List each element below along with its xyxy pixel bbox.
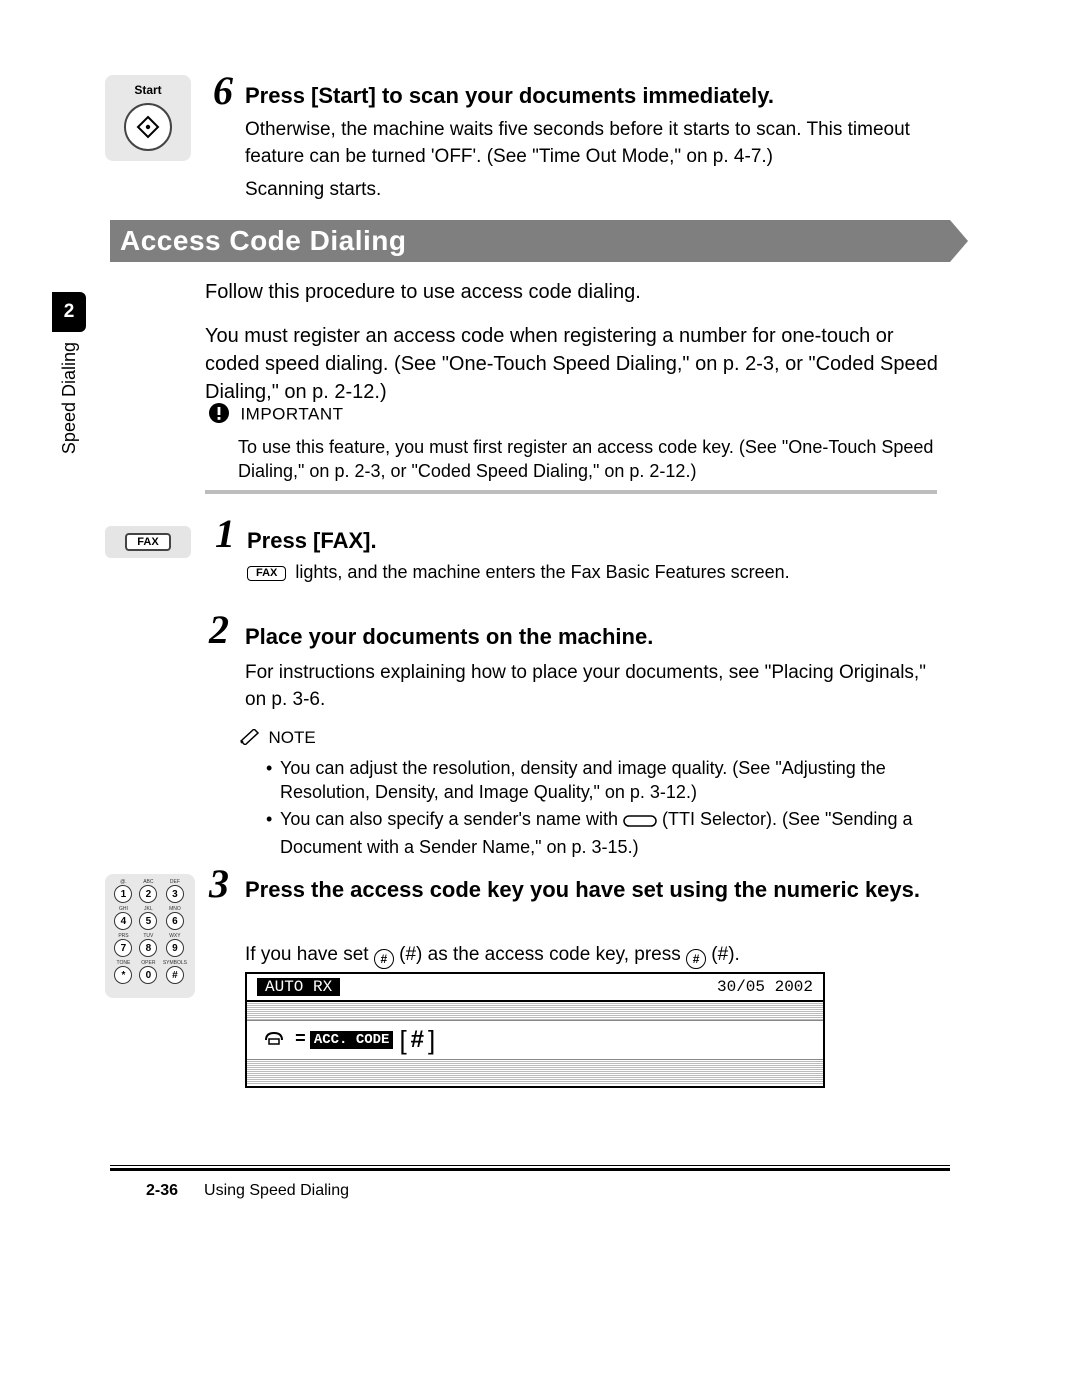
numpad-key-cell: PRS7 bbox=[113, 934, 134, 957]
step-3-body: If you have set # (#) as the access code… bbox=[245, 944, 740, 969]
circled-hash-icon: # bbox=[686, 949, 706, 969]
step-2-heading: Place your documents on the machine. bbox=[245, 624, 653, 650]
numpad-key-cell: JKL5 bbox=[138, 907, 159, 930]
lcd-hash: # bbox=[411, 1026, 424, 1054]
important-body: To use this feature, you must first regi… bbox=[238, 435, 948, 484]
footer: 2-36 Using Speed Dialing bbox=[146, 1182, 349, 1200]
lcd-mode: AUTO RX bbox=[257, 978, 340, 996]
note-callout: NOTE You can adjust the resolution, dens… bbox=[240, 728, 970, 861]
step-3-body-pre: If you have set bbox=[245, 944, 374, 965]
numpad-key-cell: MNO6 bbox=[163, 907, 187, 930]
start-key-label: Start bbox=[134, 83, 161, 97]
numpad-key-cell: ABC2 bbox=[138, 880, 159, 903]
step-3-body-mid: (#) as the access code key, press bbox=[394, 944, 686, 965]
lcd-top-row: AUTO RX 30/05 2002 bbox=[247, 974, 823, 1002]
step-6-number: 6 bbox=[213, 67, 233, 114]
tti-selector-icon bbox=[623, 811, 657, 835]
step-3-heading: Press the access code key you have set u… bbox=[245, 876, 945, 905]
step-1-heading: Press [FAX]. bbox=[247, 528, 377, 554]
lcd-shade-top bbox=[247, 1002, 823, 1020]
lcd-shade-bottom bbox=[247, 1060, 823, 1084]
start-diamond-icon bbox=[136, 115, 160, 139]
numpad-key-cell: TONE* bbox=[113, 961, 134, 984]
step-3-number: 3 bbox=[209, 860, 229, 907]
note-item-2: You can also specify a sender's name wit… bbox=[266, 807, 970, 860]
important-label: IMPORTANT bbox=[240, 405, 343, 424]
footer-title: Using Speed Dialing bbox=[204, 1182, 349, 1199]
circled-hash-icon: # bbox=[374, 949, 394, 969]
fax-key-illustration: FAX bbox=[105, 526, 191, 558]
fax-key-label: FAX bbox=[125, 533, 170, 551]
numpad-key-cell: @.1 bbox=[113, 880, 134, 903]
numpad-key-cell: SYMBOLS# bbox=[163, 961, 187, 984]
numpad-key-cell: TUV8 bbox=[138, 934, 159, 957]
numpad-key-cell: WXY9 bbox=[163, 934, 187, 957]
note-label: NOTE bbox=[268, 728, 315, 747]
side-tab: 2 Speed Dialing bbox=[52, 292, 86, 454]
chapter-number-badge: 2 bbox=[52, 292, 86, 332]
lcd-bracket-open: [ bbox=[399, 1025, 406, 1056]
note-list: You can adjust the resolution, density a… bbox=[266, 756, 970, 859]
important-callout: IMPORTANT To use this feature, you must … bbox=[208, 402, 948, 484]
numpad-grid: @.1ABC2DEF3 GHI4JKL5MNO6 PRS7TUV8WXY9 TONE*… bbox=[113, 880, 187, 984]
numpad-illustration: @.1ABC2DEF3 GHI4JKL5MNO6 PRS7TUV8WXY9 TONE*… bbox=[105, 874, 195, 998]
numpad-key-cell: GHI4 bbox=[113, 907, 134, 930]
start-key-circle bbox=[124, 103, 172, 151]
lcd-equals: = bbox=[295, 1030, 306, 1050]
footer-rule bbox=[110, 1168, 950, 1171]
start-key-illustration: Start bbox=[105, 75, 191, 161]
intro-text: Follow this procedure to use access code… bbox=[205, 278, 945, 406]
note-item-2-pre: You can also specify a sender's name wit… bbox=[280, 809, 623, 829]
horizontal-separator bbox=[205, 490, 937, 494]
step-3-body-post: (#). bbox=[706, 944, 740, 965]
page-number: 2-36 bbox=[146, 1182, 178, 1199]
section-title: Access Code Dialing bbox=[120, 225, 406, 257]
step-6-body: Otherwise, the machine waits five second… bbox=[245, 117, 945, 170]
numpad-key-cell: DEF3 bbox=[163, 880, 187, 903]
note-icon bbox=[240, 729, 260, 750]
step-6-heading: Press [Start] to scan your documents imm… bbox=[245, 83, 774, 109]
lcd-middle-row: = ACC. CODE [ # ] bbox=[247, 1020, 823, 1060]
lcd-acc-code-label: ACC. CODE bbox=[310, 1031, 394, 1049]
phone-icon bbox=[263, 1028, 285, 1052]
intro-p2: You must register an access code when re… bbox=[205, 322, 945, 406]
lcd-date: 30/05 2002 bbox=[717, 978, 813, 996]
lcd-panel: AUTO RX 30/05 2002 = ACC. CODE [ # ] bbox=[245, 972, 825, 1088]
step-1-body-after: lights, and the machine enters the Fax B… bbox=[290, 562, 789, 582]
step-2-number: 2 bbox=[209, 606, 229, 653]
step-1-body: FAX lights, and the machine enters the F… bbox=[247, 562, 790, 583]
step-6-body2: Scanning starts. bbox=[245, 179, 381, 201]
section-heading-bar: Access Code Dialing bbox=[110, 220, 950, 262]
lcd-bracket-close: ] bbox=[428, 1025, 435, 1056]
important-icon bbox=[208, 402, 230, 429]
step-1-number: 1 bbox=[215, 510, 235, 557]
intro-p1: Follow this procedure to use access code… bbox=[205, 278, 945, 306]
side-label: Speed Dialing bbox=[59, 342, 80, 454]
inline-fax-pill: FAX bbox=[247, 566, 286, 581]
step-2-body: For instructions explaining how to place… bbox=[245, 660, 945, 713]
numpad-key-cell: OPER0 bbox=[138, 961, 159, 984]
note-item-1: You can adjust the resolution, density a… bbox=[266, 756, 970, 805]
